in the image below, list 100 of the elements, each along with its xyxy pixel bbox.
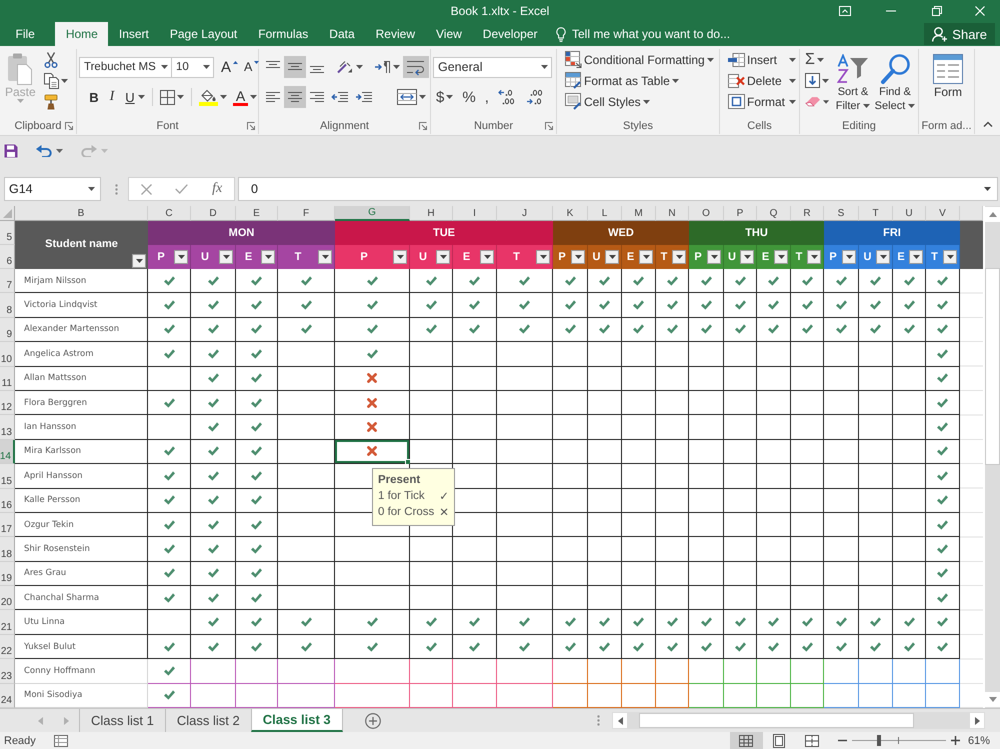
row-header[interactable]: 20 (0, 586, 15, 610)
filter-button[interactable] (219, 250, 233, 264)
column-header[interactable]: N (656, 206, 689, 221)
font-name-field[interactable]: Trebuchet MS (79, 56, 172, 78)
font-color-button[interactable]: A (230, 86, 260, 108)
currency-button[interactable]: $ (433, 86, 456, 108)
sort-filter-button[interactable]: Sort & Filter (832, 49, 874, 118)
insert-cells-button[interactable]: Insert (725, 49, 799, 70)
filter-button[interactable] (261, 250, 275, 264)
column-header[interactable]: Q (757, 206, 791, 221)
vertical-scrollbar[interactable] (985, 206, 1000, 708)
filter-button[interactable] (571, 250, 585, 264)
scroll-down-button[interactable] (985, 692, 1000, 707)
row-header[interactable]: 13 (0, 415, 15, 440)
column-header[interactable]: B (15, 206, 148, 221)
shrink-font-button[interactable]: A (241, 56, 262, 78)
filter-button[interactable] (393, 250, 407, 264)
format-as-table-button[interactable]: Format as Table (562, 70, 717, 91)
column-header[interactable]: O (689, 206, 724, 221)
row-header[interactable]: 23 (0, 659, 15, 684)
macro-record-button[interactable] (54, 734, 68, 746)
comma-button[interactable]: , (482, 86, 492, 108)
column-header[interactable]: I (453, 206, 497, 221)
share-button[interactable]: Share (924, 23, 995, 45)
cell-styles-button[interactable]: Cell Styles (562, 91, 717, 112)
scroll-left-button[interactable] (613, 713, 627, 728)
column-header[interactable]: U (893, 206, 926, 221)
column-header[interactable]: F (278, 206, 335, 221)
scrollbar-thumb[interactable] (985, 268, 1000, 465)
bold-button[interactable]: B (85, 86, 103, 108)
name-box[interactable]: G14 (4, 177, 101, 201)
column-header[interactable]: T (859, 206, 893, 221)
row-header[interactable]: 12 (0, 390, 15, 416)
column-header[interactable]: R (791, 206, 824, 221)
filter-button[interactable] (740, 250, 754, 264)
column-header[interactable]: J (497, 206, 553, 221)
column-header[interactable]: H (410, 206, 453, 221)
column-header[interactable]: M (622, 206, 656, 221)
row-header[interactable]: 10 (0, 342, 15, 367)
insert-function-button[interactable]: fx (208, 179, 226, 199)
delete-cells-button[interactable]: Delete (725, 70, 799, 91)
filter-button[interactable] (943, 250, 957, 264)
merge-center-button[interactable] (394, 86, 429, 108)
filter-button[interactable] (174, 250, 188, 264)
row-header[interactable]: 19 (0, 562, 15, 586)
number-format-field[interactable]: General (433, 56, 552, 78)
ribbon-tab[interactable]: Formulas (248, 22, 319, 46)
ribbon-tab[interactable]: View (426, 22, 472, 46)
row-header[interactable]: 17 (0, 512, 15, 538)
row-header[interactable]: 15 (0, 464, 15, 489)
dialog-launcher-button[interactable] (65, 122, 73, 130)
filter-button[interactable] (480, 250, 494, 264)
new-sheet-button[interactable] (364, 712, 381, 728)
row-header[interactable]: 6 (0, 245, 15, 269)
row-header[interactable]: 16 (0, 488, 15, 513)
row-header[interactable]: 8 (0, 293, 15, 318)
normal-view-button[interactable] (730, 732, 763, 749)
find-select-button[interactable]: Find & Select (874, 49, 916, 118)
conditional-formatting-button[interactable]: Conditional Formatting (562, 49, 717, 70)
sheet-tab[interactable]: Class list 3 (250, 709, 343, 732)
ribbon-tab[interactable]: Insert (108, 22, 160, 46)
grow-font-button[interactable]: A (218, 56, 242, 78)
scroll-up-button[interactable] (985, 207, 1000, 222)
row-header[interactable]: 11 (0, 366, 15, 391)
dialog-launcher-button[interactable] (247, 122, 255, 130)
filter-button[interactable] (707, 250, 721, 264)
column-header[interactable]: D (191, 206, 236, 221)
underline-button[interactable]: U (121, 86, 148, 108)
row-header[interactable]: 22 (0, 634, 15, 660)
expand-button[interactable] (982, 185, 993, 193)
filter-button[interactable] (774, 250, 788, 264)
filter-button[interactable] (605, 250, 619, 264)
column-header[interactable]: V (926, 206, 960, 221)
column-header[interactable]: C (148, 206, 191, 221)
row-header[interactable]: 7 (0, 269, 15, 294)
filter-button[interactable] (639, 250, 653, 264)
formula-field[interactable]: 0 (238, 177, 998, 201)
row-header[interactable]: 9 (0, 318, 15, 342)
filter-button[interactable] (132, 254, 146, 268)
ribbon-tab[interactable]: Developer (472, 22, 548, 46)
fill-button[interactable] (802, 70, 832, 91)
filter-button[interactable] (842, 250, 856, 264)
ribbon-tab[interactable]: File (5, 22, 46, 46)
filter-button[interactable] (807, 250, 821, 264)
wrap-text-button[interactable] (403, 56, 429, 78)
scrollbar-thumb[interactable] (639, 713, 914, 728)
dialog-launcher-button[interactable] (419, 122, 427, 130)
row-header[interactable]: 5 (0, 221, 15, 245)
font-size-field[interactable]: 10 (171, 56, 214, 78)
filter-button[interactable] (672, 250, 686, 264)
filter-button[interactable] (876, 250, 890, 264)
column-header[interactable]: L (588, 206, 622, 221)
italic-button[interactable]: I (103, 86, 121, 108)
filter-button[interactable] (909, 250, 923, 264)
row-header[interactable]: 21 (0, 610, 15, 635)
filter-button[interactable] (436, 250, 450, 264)
column-header[interactable]: S (824, 206, 859, 221)
format-cells-button[interactable]: Format (725, 91, 799, 112)
percent-button[interactable]: % (459, 86, 479, 108)
filter-button[interactable] (536, 250, 550, 264)
